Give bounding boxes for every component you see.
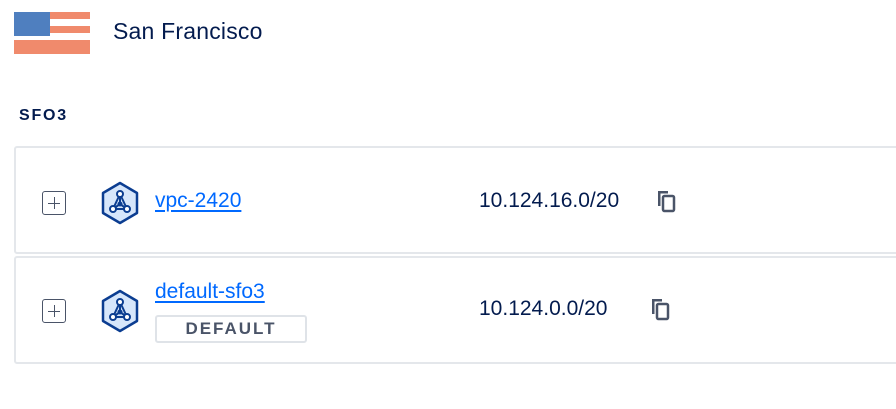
vpc-network-icon (101, 289, 139, 333)
copy-icon[interactable] (654, 188, 678, 214)
vpc-name-link[interactable]: vpc-2420 (155, 189, 241, 213)
expand-button[interactable] (42, 299, 66, 323)
vpc-name-link[interactable]: default-sfo3 (155, 280, 265, 304)
vpc-list: vpc-2420 10.124.16.0/20 default-sfo3 DEF… (14, 146, 896, 364)
ip-range: 10.124.0.0/20 (479, 297, 608, 320)
default-badge: DEFAULT (155, 315, 307, 343)
expand-button[interactable] (42, 191, 66, 215)
region-name: San Francisco (113, 18, 263, 44)
us-flag-icon (14, 12, 90, 54)
datacenter-label: SFO3 (19, 107, 68, 124)
ip-range: 10.124.16.0/20 (479, 189, 620, 212)
flag-container (14, 12, 90, 54)
vpc-row: vpc-2420 10.124.16.0/20 (14, 146, 896, 254)
vpc-row: default-sfo3 DEFAULT 10.124.0.0/20 (14, 256, 896, 364)
copy-icon[interactable] (648, 296, 672, 322)
vpc-network-icon (101, 181, 139, 225)
